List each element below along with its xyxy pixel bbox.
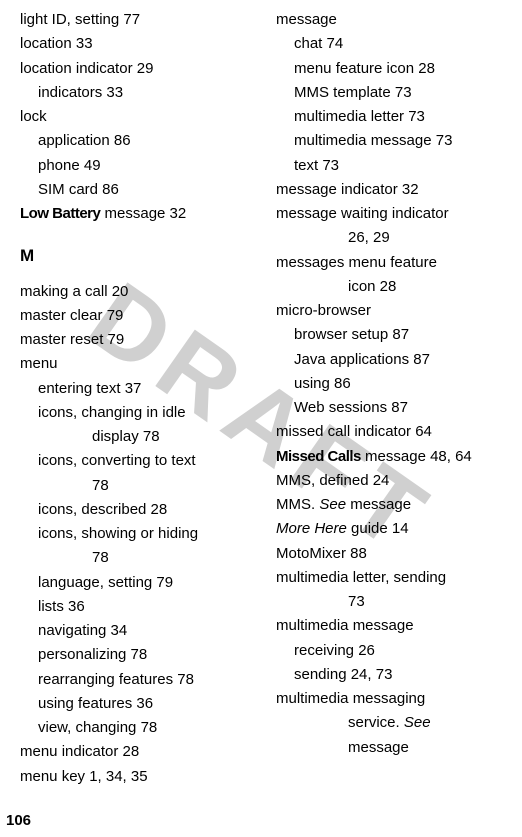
index-entry: location indicator 29 (20, 57, 256, 80)
index-entry: entering text 37 (20, 377, 256, 400)
index-entry: application 86 (20, 129, 256, 152)
index-entry: message waiting indicator (276, 202, 512, 225)
index-entry: multimedia letter, sending (276, 566, 512, 589)
index-entry: icons, described 28 (20, 498, 256, 521)
index-entry: menu (20, 352, 256, 375)
index-entry: Low Battery message 32 (20, 202, 256, 225)
entry-part: service. (348, 714, 404, 731)
index-entry: Missed Calls message 48, 64 (276, 445, 512, 468)
index-entry: SIM card 86 (20, 178, 256, 201)
index-entry: multimedia message 73 (276, 129, 512, 152)
index-entry: icons, showing or hiding (20, 522, 256, 545)
entry-part: MMS. (276, 496, 319, 513)
index-entry: 78 (20, 474, 256, 497)
entry-part: message (346, 496, 411, 513)
index-entry: micro-browser (276, 299, 512, 322)
index-entry: icon 28 (276, 275, 512, 298)
entry-prefix: Low Battery (20, 205, 100, 222)
index-entry: rearranging features 78 (20, 668, 256, 691)
index-entry: browser setup 87 (276, 323, 512, 346)
index-entry: display 78 (20, 425, 256, 448)
index-entry: personalizing 78 (20, 643, 256, 666)
index-entry: lock (20, 105, 256, 128)
index-entry: messages menu feature (276, 251, 512, 274)
index-entry: icons, changing in idle (20, 401, 256, 424)
index-entry: location 33 (20, 32, 256, 55)
index-entry: lists 36 (20, 595, 256, 618)
index-entry: multimedia message (276, 614, 512, 637)
index-entry: sending 24, 73 (276, 663, 512, 686)
index-entry: master clear 79 (20, 304, 256, 327)
index-entry: master reset 79 (20, 328, 256, 351)
index-entry: More Here guide 14 (276, 517, 512, 540)
index-entry: MMS template 73 (276, 81, 512, 104)
index-entry: MMS. See message (276, 493, 512, 516)
index-entry: Web sessions 87 (276, 396, 512, 419)
index-entry: missed call indicator 64 (276, 420, 512, 443)
index-entry: menu feature icon 28 (276, 57, 512, 80)
index-entry: MMS, defined 24 (276, 469, 512, 492)
index-entry: using 86 (276, 372, 512, 395)
index-entry: service. See (276, 711, 512, 734)
index-entry: language, setting 79 (20, 571, 256, 594)
index-entry: multimedia letter 73 (276, 105, 512, 128)
index-entry: receiving 26 (276, 639, 512, 662)
entry-part: guide 14 (347, 520, 409, 537)
index-entry: phone 49 (20, 154, 256, 177)
entry-prefix: Missed Calls (276, 448, 361, 465)
index-entry: making a call 20 (20, 280, 256, 303)
index-entry: navigating 34 (20, 619, 256, 642)
index-entry: message indicator 32 (276, 178, 512, 201)
entry-part: More Here (276, 520, 347, 537)
index-entry: multimedia messaging (276, 687, 512, 710)
index-entry: menu indicator 28 (20, 740, 256, 763)
index-entry: 26, 29 (276, 226, 512, 249)
index-entry: using features 36 (20, 692, 256, 715)
index-entry: 78 (20, 546, 256, 569)
index-entry: message (276, 8, 512, 31)
index-entry: icons, converting to text (20, 449, 256, 472)
index-entry: menu key 1, 34, 35 (20, 765, 256, 788)
entry-part: See (319, 496, 346, 513)
index-content: light ID, setting 77location 33location … (0, 0, 522, 789)
page-number: 106 (6, 812, 31, 829)
index-entry: Java applications 87 (276, 348, 512, 371)
right-column: messagechat 74menu feature icon 28MMS te… (276, 8, 512, 789)
index-entry: view, changing 78 (20, 716, 256, 739)
index-entry: indicators 33 (20, 81, 256, 104)
left-column: light ID, setting 77location 33location … (20, 8, 256, 789)
index-entry: light ID, setting 77 (20, 8, 256, 31)
section-heading-m: M (20, 243, 256, 269)
entry-part: See (404, 714, 431, 731)
index-entry: message (276, 736, 512, 759)
index-entry: chat 74 (276, 32, 512, 55)
index-entry: text 73 (276, 154, 512, 177)
index-entry: 73 (276, 590, 512, 613)
index-entry: MotoMixer 88 (276, 542, 512, 565)
